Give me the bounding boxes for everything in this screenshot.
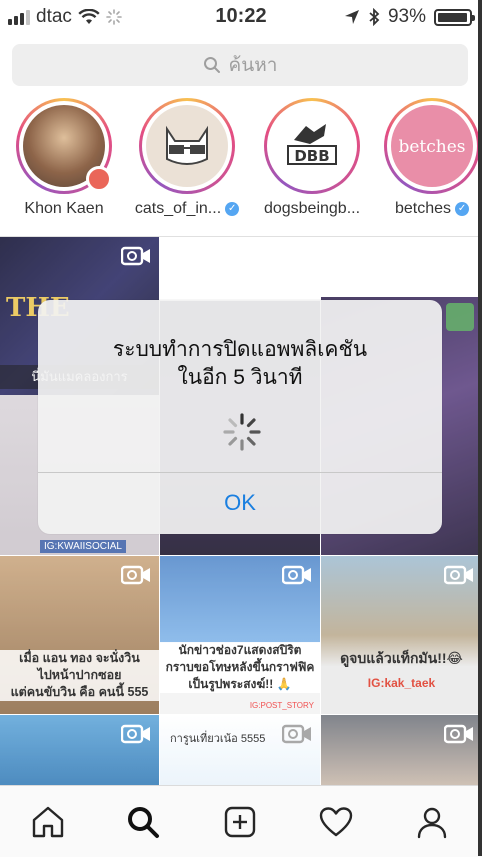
search-icon: [128, 807, 159, 838]
tab-profile[interactable]: [410, 800, 454, 844]
add-icon: [224, 806, 256, 838]
tab-home[interactable]: [26, 800, 70, 844]
tab-new-post[interactable]: [218, 800, 262, 844]
alert-message-line-1: ระบบทำการปิดแอพพลิเคชัน: [112, 338, 368, 361]
alert-message: ระบบทำการปิดแอพพลิเคชัน ในอีก 5 วินาที: [38, 336, 442, 392]
tab-bar: [0, 785, 482, 857]
home-icon: [32, 806, 64, 838]
profile-icon: [417, 807, 447, 839]
screen-edge: [478, 0, 482, 856]
heart-icon: [319, 807, 353, 837]
tab-search[interactable]: [121, 800, 165, 844]
alert-dialog: ระบบทำการปิดแอพพลิเคชัน ในอีก 5 วินาที O…: [38, 300, 442, 534]
tab-activity[interactable]: [314, 800, 358, 844]
ok-button[interactable]: OK: [38, 472, 442, 534]
alert-message-line-2: ในอีก 5 วินาที: [177, 366, 303, 389]
loading-spinner-icon: [223, 413, 261, 451]
